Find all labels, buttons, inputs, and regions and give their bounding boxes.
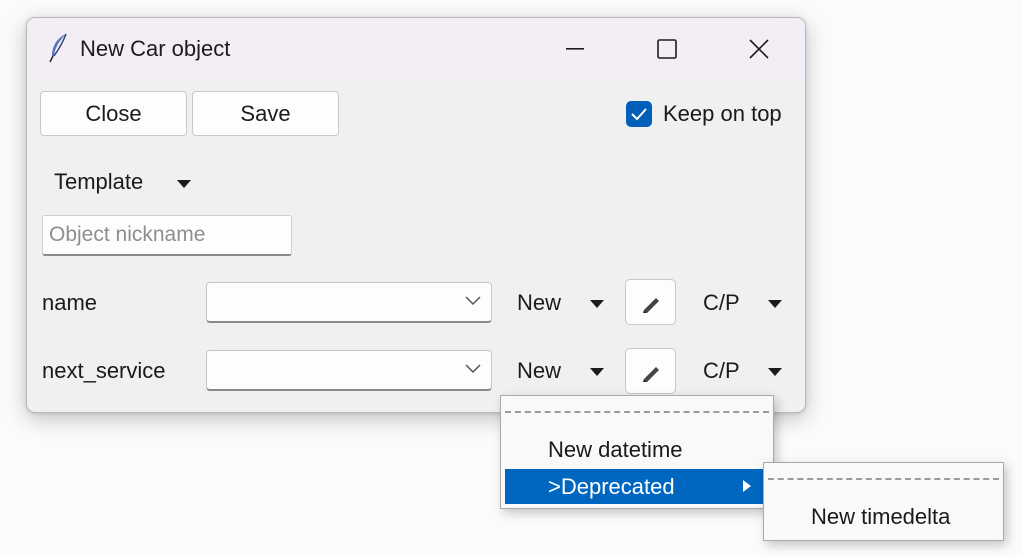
menu-item-new-datetime[interactable]: New datetime — [501, 434, 773, 466]
save-button[interactable]: Save — [192, 91, 339, 136]
new-dropdown-menu: New datetime >Deprecated — [500, 395, 774, 509]
window-title: New Car object — [80, 36, 231, 61]
tearoff-line[interactable] — [505, 411, 769, 413]
feather-icon — [49, 33, 67, 63]
chevron-down-icon — [465, 296, 481, 306]
edit-button-next-service[interactable] — [625, 348, 676, 394]
cp-label: C/P — [703, 358, 740, 383]
close-button[interactable]: Close — [40, 91, 187, 136]
template-label: Template — [54, 169, 144, 194]
minimize-button[interactable] — [529, 18, 621, 80]
keep-on-top-label[interactable]: Keep on top — [663, 101, 782, 127]
chevron-down-icon — [465, 364, 481, 374]
menu-item-label: >Deprecated — [548, 474, 675, 499]
pencil-icon — [643, 298, 659, 313]
new-label: New — [517, 358, 562, 383]
keep-on-top-checkbox[interactable] — [626, 101, 652, 127]
dropdown-arrow-icon — [590, 300, 604, 308]
nickname-input[interactable] — [42, 215, 292, 256]
title-bar[interactable]: New Car object — [27, 18, 805, 80]
field-label-name: name — [42, 290, 98, 315]
checkmark-icon — [631, 108, 647, 121]
menu-item-new-timedelta[interactable]: New timedelta — [764, 501, 1003, 533]
dialog-window: New Car object Close Save Keep on top Te… — [26, 17, 806, 413]
next-service-combobox[interactable] — [206, 350, 492, 391]
dropdown-arrow-icon — [177, 180, 191, 188]
new-menubutton-next-service[interactable]: New — [517, 358, 612, 386]
dropdown-arrow-icon — [768, 368, 782, 376]
deprecated-submenu: New timedelta — [763, 462, 1004, 541]
new-label: New — [517, 290, 562, 315]
cp-menubutton-name[interactable]: C/P — [703, 290, 798, 318]
dropdown-arrow-icon — [768, 300, 782, 308]
menu-item-deprecated[interactable]: >Deprecated — [505, 469, 769, 504]
cp-label: C/P — [703, 290, 740, 315]
name-combobox[interactable] — [206, 282, 492, 323]
close-icon — [749, 39, 769, 59]
minimize-icon — [566, 48, 584, 50]
new-menubutton-name[interactable]: New — [517, 290, 612, 318]
window-close-button[interactable] — [713, 18, 805, 80]
maximize-button[interactable] — [621, 18, 713, 80]
tearoff-line[interactable] — [768, 478, 999, 480]
pencil-icon — [643, 367, 659, 382]
edit-button-name[interactable] — [625, 279, 676, 325]
template-menubutton[interactable]: Template — [54, 169, 204, 199]
submenu-arrow-icon — [743, 480, 751, 492]
maximize-icon — [657, 39, 677, 59]
dropdown-arrow-icon — [590, 368, 604, 376]
field-label-next-service: next_service — [42, 358, 166, 383]
cp-menubutton-next-service[interactable]: C/P — [703, 358, 798, 386]
